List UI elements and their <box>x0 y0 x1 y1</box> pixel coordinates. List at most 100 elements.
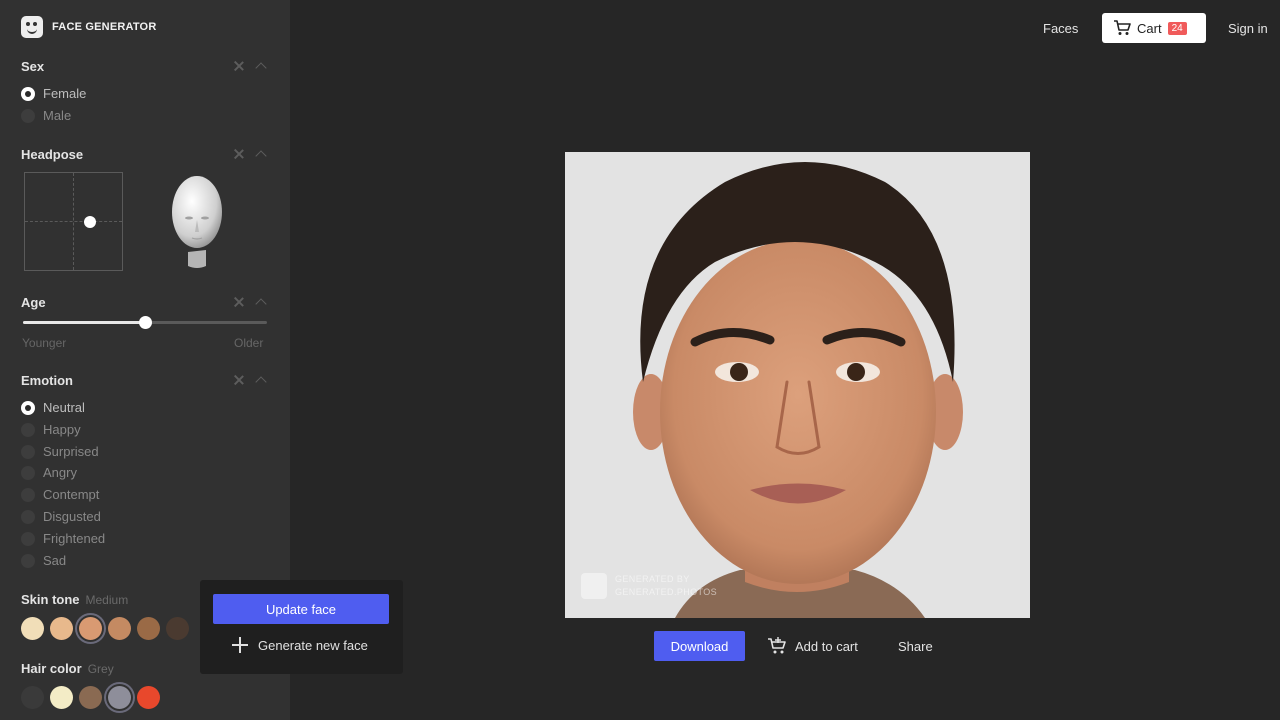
radio[interactable] <box>21 509 35 524</box>
hair-color-swatch[interactable] <box>108 686 131 709</box>
sex-controls <box>233 60 267 72</box>
radio-label: Contempt <box>43 487 100 502</box>
sex-title: Sex <box>21 59 45 74</box>
radio[interactable] <box>21 487 35 502</box>
headpose-pad[interactable] <box>24 172 123 271</box>
age-max-label: Older <box>234 336 264 350</box>
radio-label: Frightened <box>43 531 106 546</box>
watermark-text: GENERATED BY GENERATED.PHOTOS <box>615 573 717 599</box>
chevron-up-icon[interactable] <box>255 60 267 72</box>
skin-tone-label: Skin tone <box>21 592 80 607</box>
radio[interactable] <box>21 465 35 480</box>
radio-label: Male <box>43 108 72 123</box>
radio[interactable] <box>21 108 35 123</box>
radio-label: Happy <box>43 422 81 437</box>
emotion-option-contempt[interactable]: Contempt <box>21 487 99 502</box>
emotion-option-disgusted[interactable]: Disgusted <box>21 509 101 524</box>
nav-faces-link[interactable]: Faces <box>1043 21 1078 36</box>
hair-color-selected: Grey <box>87 662 114 676</box>
brand[interactable]: FACE GENERATOR <box>21 16 156 38</box>
hair-color-swatch[interactable] <box>50 686 73 709</box>
emotion-controls <box>233 374 267 386</box>
emotion-option-angry[interactable]: Angry <box>21 465 77 480</box>
radio[interactable] <box>21 422 35 437</box>
radio-label: Surprised <box>43 444 99 459</box>
brand-name: FACE GENERATOR <box>52 21 157 33</box>
add-to-cart-button[interactable]: Add to cart <box>767 637 858 655</box>
age-slider-handle[interactable] <box>139 316 152 329</box>
radio-label: Sad <box>43 553 67 568</box>
radio-label: Female <box>43 86 87 101</box>
radio[interactable] <box>21 531 35 546</box>
headpose-controls <box>233 148 267 160</box>
plus-icon <box>232 637 248 653</box>
radio[interactable] <box>21 444 35 459</box>
radio-checked[interactable] <box>21 86 35 101</box>
hair-color-swatch[interactable] <box>21 686 44 709</box>
watermark-logo-icon <box>581 573 607 599</box>
cart-label: Cart <box>1137 20 1162 36</box>
cart-plus-icon <box>768 637 786 654</box>
watermark: GENERATED BY GENERATED.PHOTOS <box>581 573 717 599</box>
face-logo-icon <box>21 16 43 38</box>
emotion-option-neutral[interactable]: Neutral <box>21 400 85 415</box>
generate-label: Generate new face <box>258 637 368 653</box>
age-min-label: Younger <box>22 336 67 350</box>
generated-face-image <box>565 152 1030 618</box>
skin-tone-swatch[interactable] <box>21 617 44 640</box>
skin-tone-swatches <box>21 617 189 640</box>
age-slider[interactable] <box>23 316 267 329</box>
cart-icon <box>1114 20 1131 35</box>
cart-count-badge: 24 <box>1167 21 1187 35</box>
headpose-handle[interactable] <box>84 216 96 228</box>
sex-option-male[interactable]: Male <box>21 108 71 123</box>
hair-color-title: Hair color Grey <box>21 661 114 676</box>
update-face-button[interactable]: Update face <box>213 594 389 624</box>
emotion-title: Emotion <box>21 373 73 388</box>
skin-tone-swatch[interactable] <box>137 617 160 640</box>
age-controls <box>233 296 267 308</box>
emotion-option-sad[interactable]: Sad <box>21 553 66 568</box>
clear-icon[interactable] <box>233 148 245 160</box>
head-model-icon <box>172 176 222 268</box>
chevron-up-icon[interactable] <box>255 148 267 160</box>
emotion-option-happy[interactable]: Happy <box>21 422 81 437</box>
chevron-up-icon[interactable] <box>255 374 267 386</box>
radio[interactable] <box>21 553 35 568</box>
skin-tone-swatch[interactable] <box>108 617 131 640</box>
generate-new-face-button[interactable]: Generate new face <box>232 637 368 653</box>
clear-icon[interactable] <box>233 60 245 72</box>
sex-option-female[interactable]: Female <box>21 86 86 101</box>
hair-color-swatches <box>21 686 160 709</box>
skin-tone-swatch[interactable] <box>166 617 189 640</box>
face-portrait <box>565 152 1030 618</box>
pose-axis-horizontal <box>25 221 122 222</box>
skin-tone-swatch[interactable] <box>79 617 102 640</box>
cart-button[interactable]: Cart 24 <box>1102 13 1206 43</box>
generate-popup: Update face Generate new face <box>200 580 403 674</box>
emotion-option-frightened[interactable]: Frightened <box>21 531 105 546</box>
clear-icon[interactable] <box>233 374 245 386</box>
hair-color-swatch[interactable] <box>79 686 102 709</box>
headpose-title: Headpose <box>21 147 84 162</box>
emotion-option-surprised[interactable]: Surprised <box>21 444 99 459</box>
skin-tone-swatch[interactable] <box>50 617 73 640</box>
skin-tone-selected: Medium <box>85 593 129 607</box>
radio-label: Neutral <box>43 400 85 415</box>
radio-label: Disgusted <box>43 509 101 524</box>
hair-color-label: Hair color <box>21 661 82 676</box>
chevron-up-icon[interactable] <box>255 296 267 308</box>
sign-in-link[interactable]: Sign in <box>1228 21 1268 36</box>
radio-label: Angry <box>43 465 77 480</box>
add-to-cart-label: Add to cart <box>795 638 858 654</box>
radio-checked[interactable] <box>21 400 35 415</box>
age-slider-fill <box>23 321 145 324</box>
download-button[interactable]: Download <box>654 631 745 661</box>
age-title: Age <box>21 295 46 310</box>
watermark-line1: GENERATED BY <box>615 574 690 584</box>
share-button[interactable]: Share <box>898 639 933 654</box>
clear-icon[interactable] <box>233 296 245 308</box>
hair-color-swatch[interactable] <box>137 686 160 709</box>
skin-tone-title: Skin tone Medium <box>21 592 128 607</box>
watermark-line2: GENERATED.PHOTOS <box>615 587 718 597</box>
